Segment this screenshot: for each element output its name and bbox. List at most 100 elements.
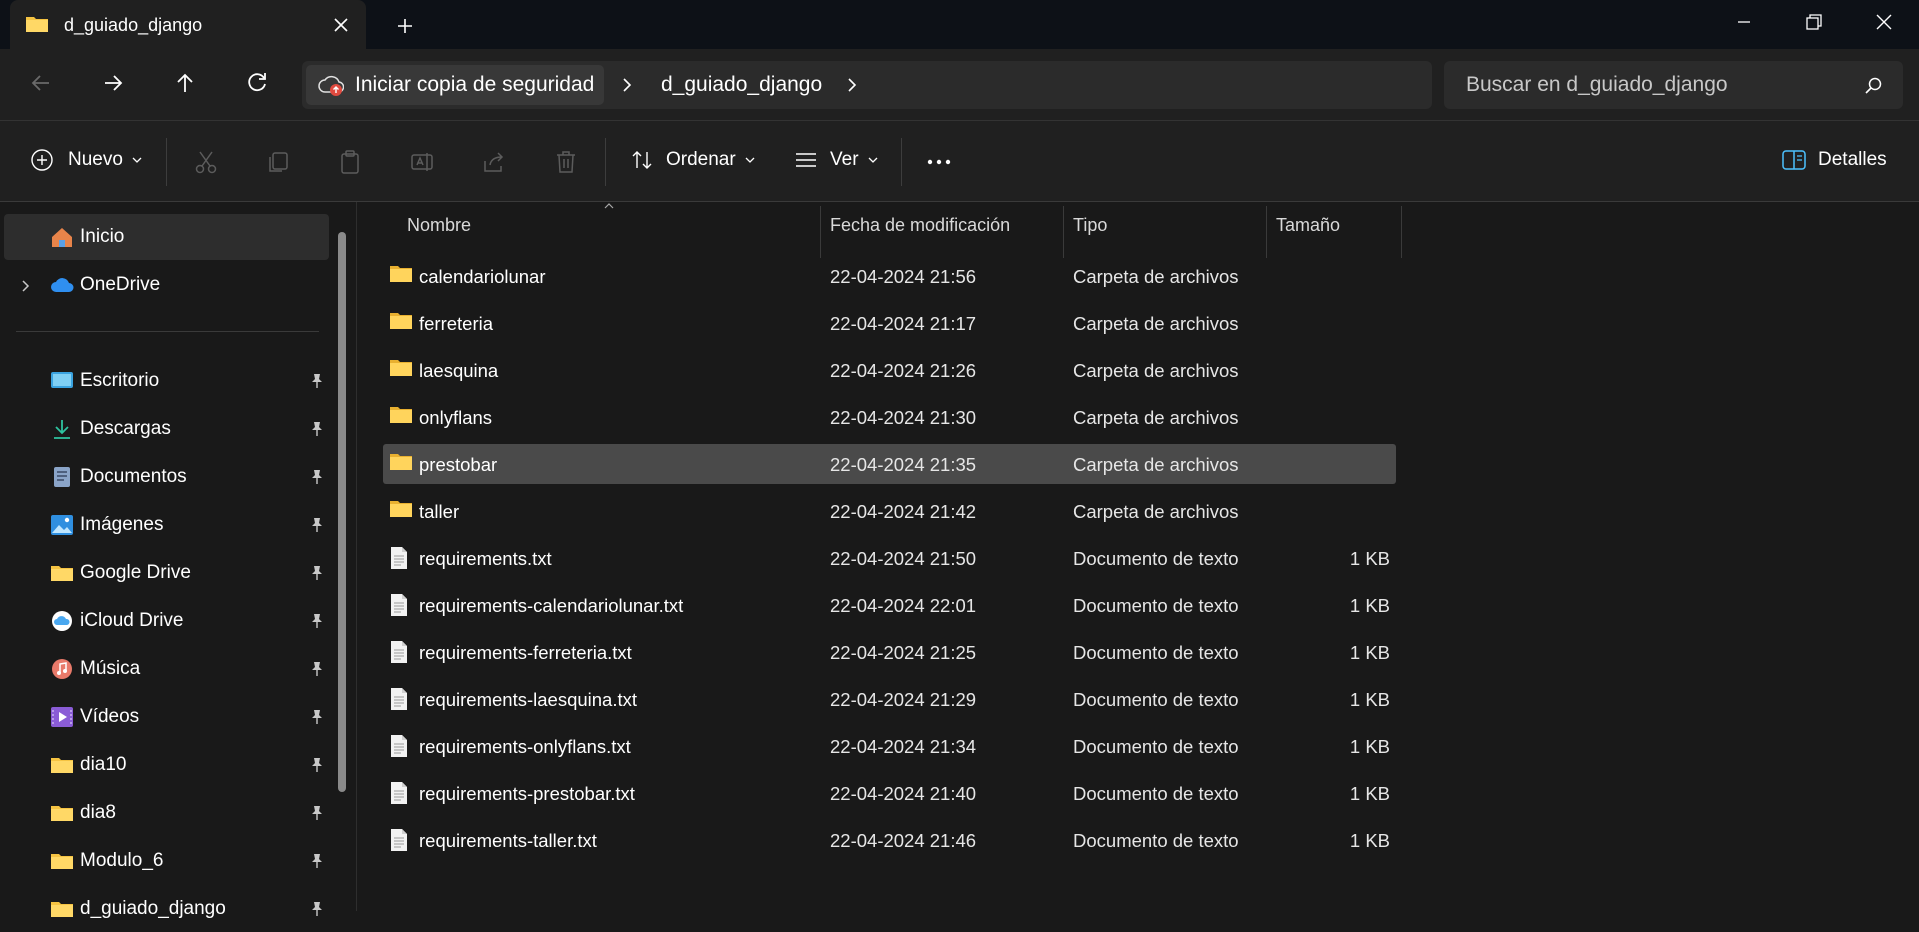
document-icon [50, 466, 74, 488]
close-tab-icon[interactable] [330, 14, 352, 36]
file-row[interactable]: requirements-taller.txt 22-04-2024 21:46… [383, 820, 1396, 860]
share-icon[interactable] [481, 149, 507, 175]
sidebar-scrollbar[interactable] [338, 232, 346, 792]
column-header-name[interactable]: Nombre [407, 215, 471, 236]
file-row[interactable]: taller 22-04-2024 21:42 Carpeta de archi… [383, 491, 1396, 531]
folder-icon [50, 898, 74, 920]
pin-icon[interactable] [310, 853, 324, 869]
sidebar-item[interactable]: Google Drive [4, 550, 329, 596]
new-button[interactable]: Nuevo [30, 148, 143, 172]
sort-button[interactable]: Ordenar [630, 148, 756, 172]
forward-arrow-icon[interactable] [99, 69, 127, 97]
pin-icon[interactable] [310, 613, 324, 629]
sidebar-item[interactable]: dia8 [4, 790, 329, 836]
paste-icon[interactable] [337, 149, 363, 175]
sidebar-item-label: Escritorio [80, 370, 160, 391]
sidebar-item[interactable]: Imágenes [4, 502, 329, 548]
file-row[interactable]: requirements-calendariolunar.txt 22-04-2… [383, 585, 1396, 625]
pin-icon[interactable] [310, 901, 324, 917]
sidebar-item[interactable]: dia10 [4, 742, 329, 788]
file-name: requirements-taller.txt [419, 830, 597, 851]
file-name: requirements-ferreteria.txt [419, 642, 632, 663]
file-type: Documento de texto [1073, 689, 1239, 710]
sidebar-item[interactable]: Vídeos [4, 694, 329, 740]
sidebar-item-label: Imágenes [80, 514, 164, 535]
column-divider[interactable] [1266, 206, 1267, 258]
back-arrow-icon[interactable] [27, 69, 55, 97]
pin-icon[interactable] [310, 517, 324, 533]
pin-icon[interactable] [310, 421, 324, 437]
pin-icon[interactable] [310, 469, 324, 485]
tab-active[interactable]: d_guiado_django [10, 0, 366, 49]
copy-icon[interactable] [265, 149, 291, 175]
file-row[interactable]: requirements-laesquina.txt 22-04-2024 21… [383, 679, 1396, 719]
refresh-icon[interactable] [243, 69, 271, 97]
sidebar-item[interactable]: iCloud Drive [4, 598, 329, 644]
chevron-down-icon [744, 155, 756, 165]
sidebar-item-label: dia10 [80, 754, 127, 775]
file-size: 1 KB [1349, 736, 1390, 757]
cut-icon[interactable] [193, 149, 219, 175]
file-row[interactable]: requirements-prestobar.txt 22-04-2024 21… [383, 773, 1396, 813]
chevron-right-icon[interactable] [20, 278, 32, 294]
column-header-type[interactable]: Tipo [1073, 215, 1107, 236]
file-date: 22-04-2024 21:40 [830, 783, 977, 804]
file-date: 22-04-2024 21:30 [830, 407, 977, 428]
close-icon[interactable] [1870, 10, 1898, 34]
sidebar-item-label: dia8 [80, 802, 116, 823]
sidebar-item-label: Google Drive [80, 562, 191, 583]
sidebar-item[interactable]: Documentos [4, 454, 329, 500]
search-icon[interactable] [1864, 76, 1884, 96]
pin-icon[interactable] [310, 373, 324, 389]
file-row[interactable]: requirements-ferreteria.txt 22-04-2024 2… [383, 632, 1396, 672]
breadcrumb-folder[interactable]: d_guiado_django [661, 73, 822, 97]
text-file-icon [389, 593, 409, 617]
file-type: Carpeta de archivos [1073, 266, 1239, 287]
sidebar-item[interactable]: Música [4, 646, 329, 692]
file-row[interactable]: prestobar 22-04-2024 21:35 Carpeta de ar… [383, 444, 1396, 484]
view-button[interactable]: Ver [794, 148, 879, 172]
pin-icon[interactable] [310, 709, 324, 725]
minimize-icon[interactable] [1730, 10, 1758, 34]
up-arrow-icon[interactable] [171, 69, 199, 97]
more-options-icon[interactable] [926, 150, 952, 174]
file-date: 22-04-2024 21:29 [830, 689, 977, 710]
file-row[interactable]: ferreteria 22-04-2024 21:17 Carpeta de a… [383, 303, 1396, 343]
column-divider[interactable] [820, 206, 821, 258]
sidebar-item[interactable]: d_guiado_django [4, 886, 329, 932]
file-type: Documento de texto [1073, 642, 1239, 663]
file-row[interactable]: onlyflans 22-04-2024 21:30 Carpeta de ar… [383, 397, 1396, 437]
file-row[interactable]: laesquina 22-04-2024 21:26 Carpeta de ar… [383, 350, 1396, 390]
chevron-right-icon[interactable] [844, 75, 860, 95]
column-divider[interactable] [1401, 206, 1402, 258]
sidebar-divider [16, 331, 319, 332]
chevron-right-icon[interactable] [619, 75, 635, 95]
sidebar-item[interactable]: OneDrive [4, 262, 329, 308]
image-icon [50, 514, 74, 536]
new-tab-icon[interactable] [393, 14, 417, 38]
column-header-size[interactable]: Tamaño [1276, 215, 1340, 236]
chevron-down-icon [131, 155, 143, 165]
file-type: Carpeta de archivos [1073, 313, 1239, 334]
column-divider[interactable] [1063, 206, 1064, 258]
sidebar-item[interactable]: Descargas [4, 406, 329, 452]
restore-icon[interactable] [1799, 10, 1827, 34]
folder-icon [389, 452, 413, 472]
pin-icon[interactable] [310, 565, 324, 581]
column-header-date[interactable]: Fecha de modificación [830, 215, 1010, 236]
folder-icon [389, 405, 413, 425]
file-date: 22-04-2024 21:46 [830, 830, 977, 851]
sidebar-item[interactable]: Escritorio [4, 358, 329, 404]
delete-icon[interactable] [553, 149, 579, 175]
file-row[interactable]: requirements.txt 22-04-2024 21:50 Docume… [383, 538, 1396, 578]
file-row[interactable]: requirements-onlyflans.txt 22-04-2024 21… [383, 726, 1396, 766]
details-button[interactable]: Detalles [1782, 149, 1887, 171]
pin-icon[interactable] [310, 805, 324, 821]
file-size: 1 KB [1349, 642, 1390, 663]
file-row[interactable]: calendariolunar 22-04-2024 21:56 Carpeta… [383, 256, 1396, 296]
sidebar-item[interactable]: Modulo_6 [4, 838, 329, 884]
rename-icon[interactable] [409, 149, 435, 175]
pin-icon[interactable] [310, 757, 324, 773]
pin-icon[interactable] [310, 661, 324, 677]
sidebar-item[interactable]: Inicio [4, 214, 329, 260]
